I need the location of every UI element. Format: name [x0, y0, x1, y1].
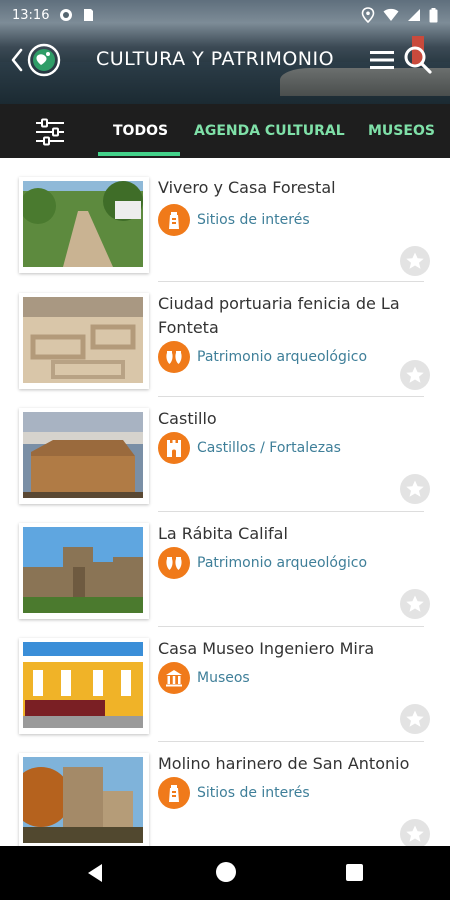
item-category: Patrimonio arqueológico: [158, 341, 367, 373]
item-title: Castillo: [158, 409, 217, 428]
app-notification-icon: [60, 9, 73, 21]
item-photo: [23, 757, 143, 843]
tab-agenda-cultural[interactable]: AGENDA CULTURAL: [194, 104, 345, 158]
star-icon: [406, 595, 424, 612]
item-photo: [23, 181, 143, 267]
search-icon[interactable]: [402, 44, 434, 76]
signal-icon: [408, 9, 420, 21]
star-icon: [406, 480, 424, 497]
wifi-icon: [383, 8, 399, 21]
item-category-label: Sitios de interés: [197, 785, 310, 801]
item-thumbnail: [19, 753, 149, 849]
list-item[interactable]: Casa Museo Ingeniero Mira Museos: [0, 621, 450, 742]
filter-icon[interactable]: [34, 118, 66, 146]
status-bar: 13:16: [0, 0, 450, 30]
list-item[interactable]: Vivero y Casa Forestal Sitios de interés: [0, 160, 450, 282]
amphora-icon: [158, 547, 190, 579]
item-photo: [23, 412, 143, 498]
title-bar: CULTURA Y PATRIMONIO: [0, 40, 450, 80]
tab-todos[interactable]: TODOS: [113, 104, 168, 158]
amphora-icon: [158, 341, 190, 373]
item-thumbnail: [19, 523, 149, 619]
nav-back-icon[interactable]: [84, 862, 106, 884]
item-category-label: Sitios de interés: [197, 212, 310, 228]
favorite-button[interactable]: [400, 474, 430, 504]
item-title: Ciudad portuaria fenicia de La Fonteta: [158, 294, 400, 337]
nav-home-icon[interactable]: [216, 862, 236, 882]
item-category-label: Patrimonio arqueológico: [197, 349, 368, 365]
item-title: Casa Museo Ingeniero Mira: [158, 639, 375, 658]
star-icon: [406, 366, 424, 383]
item-category: Sitios de interés: [158, 204, 310, 236]
item-title: La Rábita Califal: [158, 524, 288, 543]
tab-bar: TODOS AGENDA CULTURAL MUSEOS: [0, 104, 450, 158]
item-category: Patrimonio arqueológico: [158, 547, 367, 579]
star-icon: [406, 825, 424, 842]
item-category-label: Patrimonio arqueológico: [197, 555, 368, 571]
favorite-button[interactable]: [400, 819, 430, 849]
item-thumbnail: [19, 177, 149, 273]
item-category: Museos: [158, 662, 250, 694]
status-time: 13:16: [12, 7, 50, 23]
tab-museos[interactable]: MUSEOS: [368, 104, 435, 158]
item-title: Molino harinero de San Antonio: [158, 754, 410, 773]
item-photo: [23, 642, 143, 728]
item-thumbnail: [19, 638, 149, 734]
active-tab-indicator: [98, 152, 180, 156]
tower-icon: [158, 204, 190, 236]
sd-card-icon: [84, 9, 94, 21]
list-item[interactable]: Molino harinero de San Antonio Sitios de…: [0, 736, 450, 850]
item-category-label: Castillos / Fortalezas: [197, 440, 341, 456]
favorite-button[interactable]: [400, 704, 430, 734]
item-photo: [23, 527, 143, 613]
item-thumbnail: [19, 293, 149, 389]
museum-icon: [158, 662, 190, 694]
back-button[interactable]: [8, 42, 64, 78]
menu-icon[interactable]: [368, 46, 396, 74]
favorite-button[interactable]: [400, 360, 430, 390]
item-title: Vivero y Casa Forestal: [158, 178, 336, 197]
list-item[interactable]: Castillo Castillos / Fortalezas: [0, 391, 450, 512]
favorite-button[interactable]: [400, 246, 430, 276]
list-item[interactable]: La Rábita Califal Patrimonio arqueológic…: [0, 506, 450, 627]
favorite-button[interactable]: [400, 589, 430, 619]
page-title: CULTURA Y PATRIMONIO: [96, 48, 335, 70]
system-nav-bar: [0, 846, 450, 900]
item-category: Sitios de interés: [158, 777, 310, 809]
nav-recents-icon[interactable]: [346, 864, 363, 881]
list-item[interactable]: Ciudad portuaria fenicia de La Fonteta P…: [0, 276, 450, 397]
app-header: 13:16 CULTURA Y PATRIMONIO: [0, 0, 450, 104]
item-category-label: Museos: [197, 670, 250, 686]
tower-icon: [158, 777, 190, 809]
star-icon: [406, 710, 424, 727]
back-logo-icon: [11, 43, 61, 77]
star-icon: [406, 252, 424, 269]
item-photo: [23, 297, 143, 383]
item-thumbnail: [19, 408, 149, 504]
castle-icon: [158, 432, 190, 464]
item-category: Castillos / Fortalezas: [158, 432, 341, 464]
battery-icon: [429, 7, 438, 22]
location-icon: [361, 7, 375, 23]
